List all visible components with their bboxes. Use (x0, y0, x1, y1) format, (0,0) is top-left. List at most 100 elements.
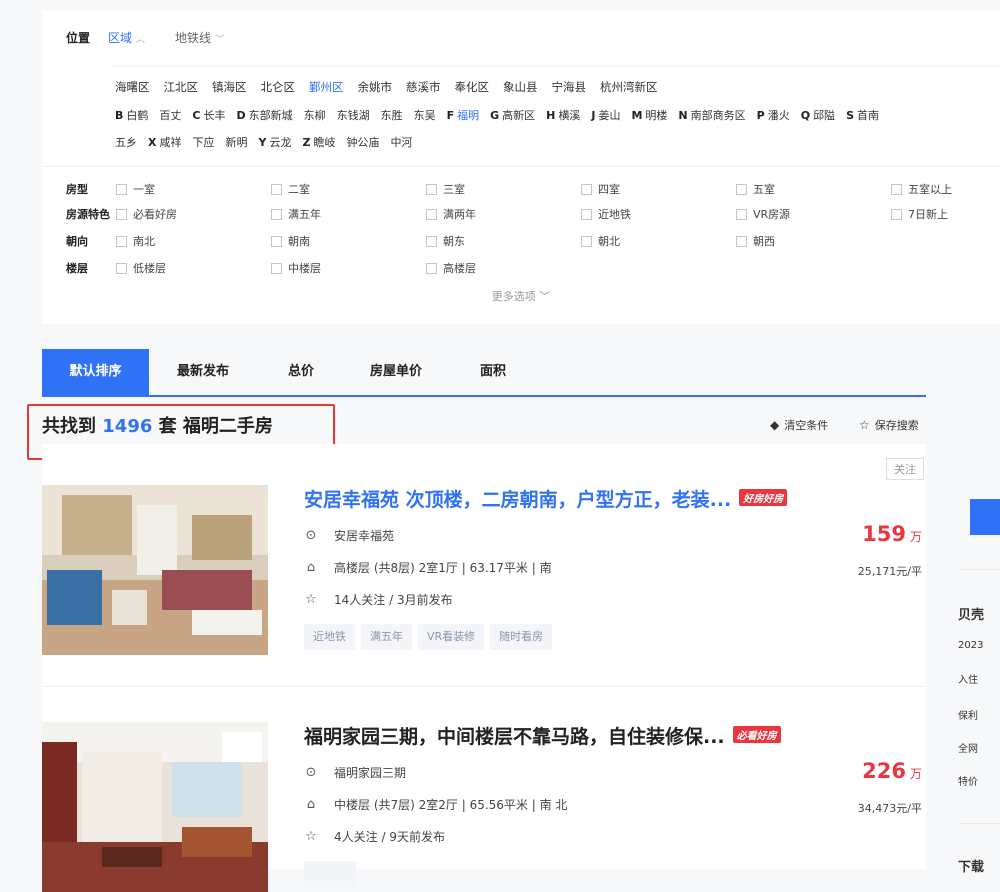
checkbox-icon[interactable] (891, 183, 902, 195)
area-option[interactable]: 东柳 (304, 109, 326, 122)
checkbox-icon[interactable] (736, 183, 747, 195)
filter-option[interactable]: 必看好房 (116, 206, 177, 222)
listing-photo[interactable] (42, 722, 268, 892)
sort-tab-area[interactable]: 面积 (480, 349, 506, 395)
area-option[interactable]: 东吴 (414, 109, 436, 122)
area-option[interactable]: M 明楼 (631, 109, 667, 122)
listing-community[interactable]: ⊙ 安居幸福苑 (304, 527, 394, 544)
checkbox-icon[interactable] (271, 235, 282, 247)
location-option-subway[interactable]: 地铁线 ﹀ (175, 29, 224, 46)
district-option[interactable]: 镇海区 (212, 80, 247, 94)
area-option[interactable]: S 首南 (846, 109, 879, 122)
checkbox-icon[interactable] (271, 183, 282, 195)
checkbox-icon[interactable] (581, 208, 592, 220)
area-option[interactable]: 东钱湖 (337, 109, 370, 122)
listing-price: 159 万 (862, 522, 922, 546)
checkbox-icon[interactable] (116, 235, 127, 247)
checkbox-icon[interactable] (116, 183, 127, 195)
filter-option[interactable]: 四室 (581, 181, 620, 197)
area-option[interactable]: Y 云龙 (258, 136, 291, 149)
filter-option[interactable]: 近地铁 (581, 206, 631, 222)
area-option[interactable]: F 福明 (447, 109, 480, 122)
filter-option[interactable]: 满五年 (271, 206, 321, 222)
sort-tab-default[interactable]: 默认排序 (42, 349, 149, 395)
checkbox-icon[interactable] (426, 235, 437, 247)
checkbox-icon[interactable] (271, 262, 282, 274)
area-option[interactable]: P 潘火 (757, 109, 790, 122)
filter-option[interactable]: 满两年 (426, 206, 476, 222)
listing-title[interactable]: 安居幸福苑 次顶楼，二房朝南，户型方正，老装... 好房好房 (304, 485, 788, 512)
filter-option[interactable]: 高楼层 (426, 260, 476, 276)
location-option-region[interactable]: 区域 ︿ (108, 29, 145, 46)
area-option[interactable]: J 姜山 (591, 109, 620, 122)
filter-row-layout: 房型 一室 二室 三室 四室 五室 五室以上 (66, 181, 1000, 197)
area-option[interactable]: Z 瞻岐 (302, 136, 335, 149)
checkbox-icon[interactable] (116, 262, 127, 274)
area-option[interactable]: N 南部商务区 (678, 109, 745, 122)
filter-option[interactable]: VR房源 (736, 206, 790, 222)
area-option[interactable]: Q 邱隘 (801, 109, 835, 122)
district-option[interactable]: 北仑区 (261, 80, 296, 94)
filter-option[interactable]: 二室 (271, 181, 310, 197)
district-option[interactable]: 鄞州区 (309, 80, 344, 94)
filter-option[interactable]: 中楼层 (271, 260, 321, 276)
filter-option[interactable]: 三室 (426, 181, 465, 197)
district-option[interactable]: 江北区 (164, 80, 199, 94)
district-option[interactable]: 余姚市 (358, 80, 393, 94)
area-option[interactable]: H 横溪 (546, 109, 580, 122)
filter-option[interactable]: 7日新上 (891, 206, 948, 222)
area-option[interactable]: 新明 (225, 136, 247, 149)
district-option[interactable]: 杭州湾新区 (600, 80, 658, 94)
checkbox-icon[interactable] (736, 235, 747, 247)
area-option[interactable]: 五乡 (115, 136, 137, 149)
checkbox-icon[interactable] (581, 183, 592, 195)
sort-tab-unit-price[interactable]: 房屋单价 (370, 349, 422, 395)
district-option[interactable]: 慈溪市 (406, 80, 441, 94)
area-option[interactable]: 东胜 (381, 109, 403, 122)
checkbox-icon[interactable] (891, 208, 902, 220)
area-option[interactable]: 钟公庙 (346, 136, 379, 149)
checkbox-icon[interactable] (426, 262, 437, 274)
area-name: 下应 (192, 136, 215, 149)
checkbox-icon[interactable] (116, 208, 127, 220)
checkbox-icon[interactable] (736, 208, 747, 220)
sort-tab-total-price[interactable]: 总价 (288, 349, 314, 395)
right-panel-button[interactable] (970, 499, 1000, 535)
area-option[interactable]: C 长丰 (192, 109, 225, 122)
listing-title[interactable]: 福明家园三期，中间楼层不靠马路，自住装修保... 必看好房 (304, 722, 781, 749)
filter-option[interactable]: 朝北 (581, 233, 620, 249)
area-option[interactable]: 下应 (192, 136, 214, 149)
area-option[interactable]: 百丈 (159, 109, 181, 122)
listing-photo[interactable] (42, 485, 268, 655)
more-options-button[interactable]: 更多选项 ﹀ (42, 288, 1000, 304)
area-option[interactable]: G 高新区 (490, 109, 535, 122)
filter-option[interactable]: 朝西 (736, 233, 775, 249)
sort-bar: 默认排序 最新发布 总价 房屋单价 面积 (42, 349, 926, 397)
filter-option[interactable]: 一室 (116, 181, 155, 197)
filter-option[interactable]: 朝南 (271, 233, 310, 249)
checkbox-icon[interactable] (426, 208, 437, 220)
district-option[interactable]: 海曙区 (115, 80, 150, 94)
save-search-button[interactable]: ☆ 保存搜索 (859, 417, 919, 433)
filter-option[interactable]: 朝东 (426, 233, 465, 249)
sort-tab-newest[interactable]: 最新发布 (177, 349, 229, 395)
checkbox-icon[interactable] (426, 183, 437, 195)
checkbox-icon[interactable] (271, 208, 282, 220)
filter-option[interactable]: 低楼层 (116, 260, 166, 276)
listing-community[interactable]: ⊙ 福明家园三期 (304, 764, 406, 781)
area-option[interactable]: D 东部新城 (236, 109, 292, 122)
filter-option[interactable]: 五室以上 (891, 181, 952, 197)
clear-filters-button[interactable]: ◆ 清空条件 (770, 417, 828, 433)
area-letter: N (678, 109, 688, 122)
listing-unit-price: 25,171元/平 (857, 565, 922, 578)
district-option[interactable]: 象山县 (503, 80, 538, 94)
filter-option-label: 朝西 (753, 235, 775, 248)
district-option[interactable]: 宁海县 (552, 80, 587, 94)
checkbox-icon[interactable] (581, 235, 592, 247)
area-option[interactable]: B 白鹤 (115, 109, 148, 122)
filter-option[interactable]: 南北 (116, 233, 155, 249)
area-option[interactable]: X 咸祥 (148, 136, 181, 149)
area-option[interactable]: 中河 (390, 136, 412, 149)
district-option[interactable]: 奉化区 (455, 80, 490, 94)
filter-option[interactable]: 五室 (736, 181, 775, 197)
